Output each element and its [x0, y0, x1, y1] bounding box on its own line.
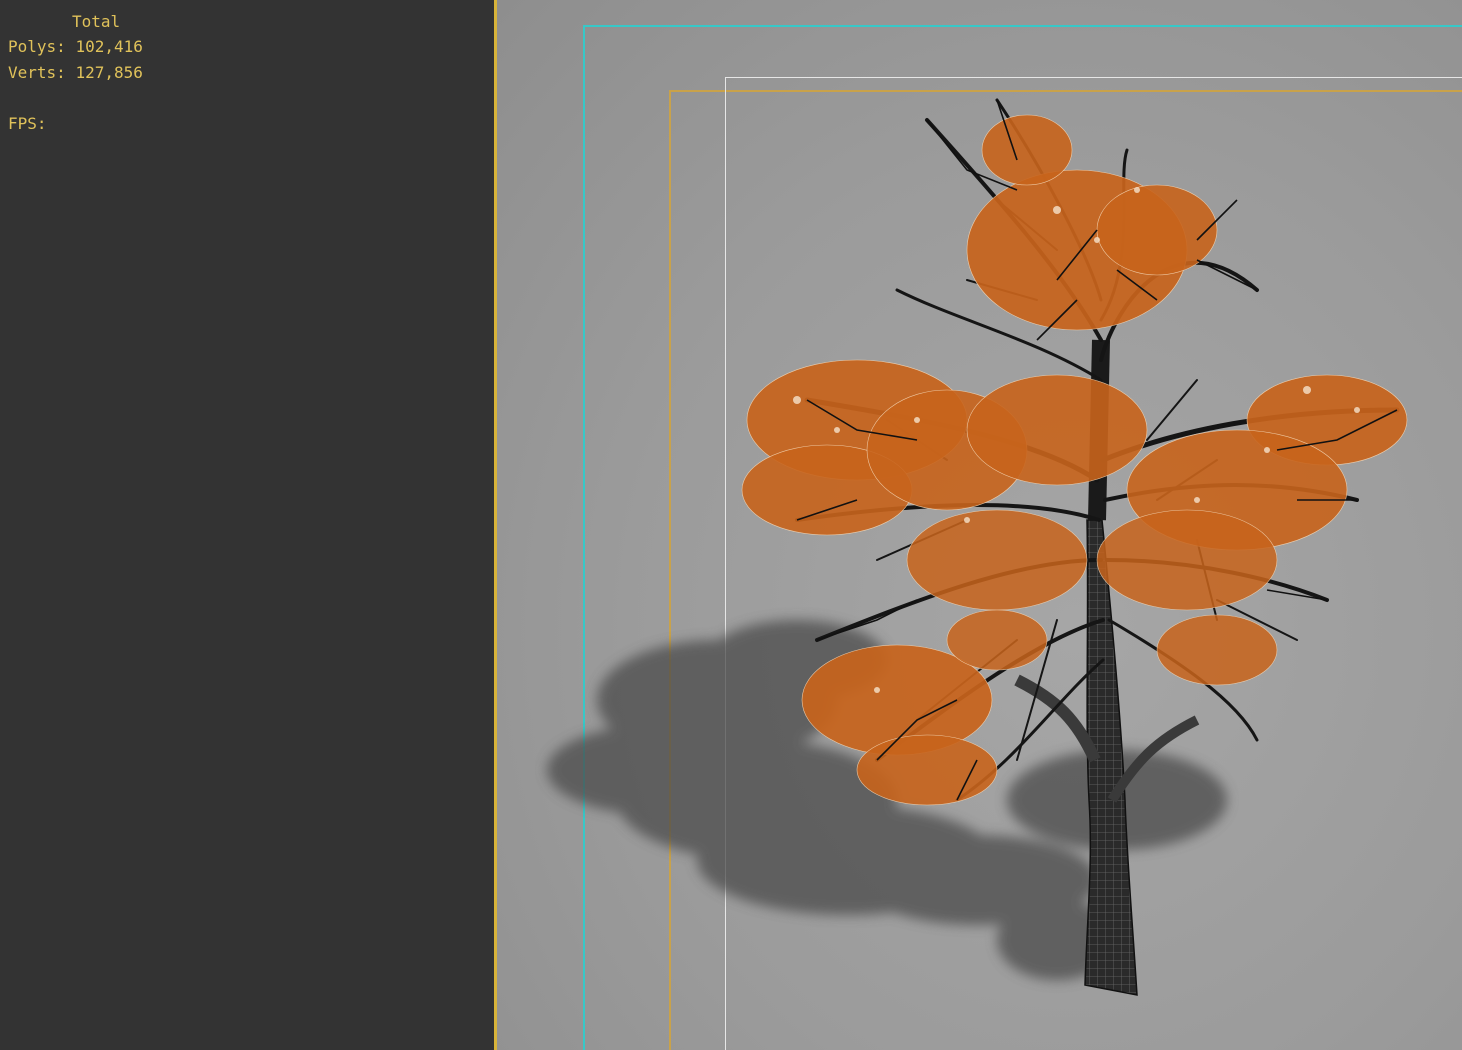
- tree-foliage: [741, 114, 1408, 806]
- stats-overlay-panel: Total Polys: 102,416 Verts: 127,856 FPS:: [0, 0, 497, 1050]
- verts-stat: Verts: 127,856: [8, 63, 143, 83]
- fps-label: FPS:: [8, 114, 47, 133]
- stats-header: Total: [72, 12, 121, 31]
- verts-value: 127,856: [75, 63, 143, 82]
- polys-label: Polys:: [8, 37, 66, 56]
- polys-value: 102,416: [75, 37, 143, 56]
- verts-label: Verts:: [8, 63, 66, 82]
- perspective-viewport[interactable]: [497, 0, 1462, 1050]
- fps-stat: FPS:: [8, 114, 47, 134]
- polys-stat: Polys: 102,416: [8, 37, 143, 57]
- tree-wireframe-icon[interactable]: [497, 0, 1462, 1050]
